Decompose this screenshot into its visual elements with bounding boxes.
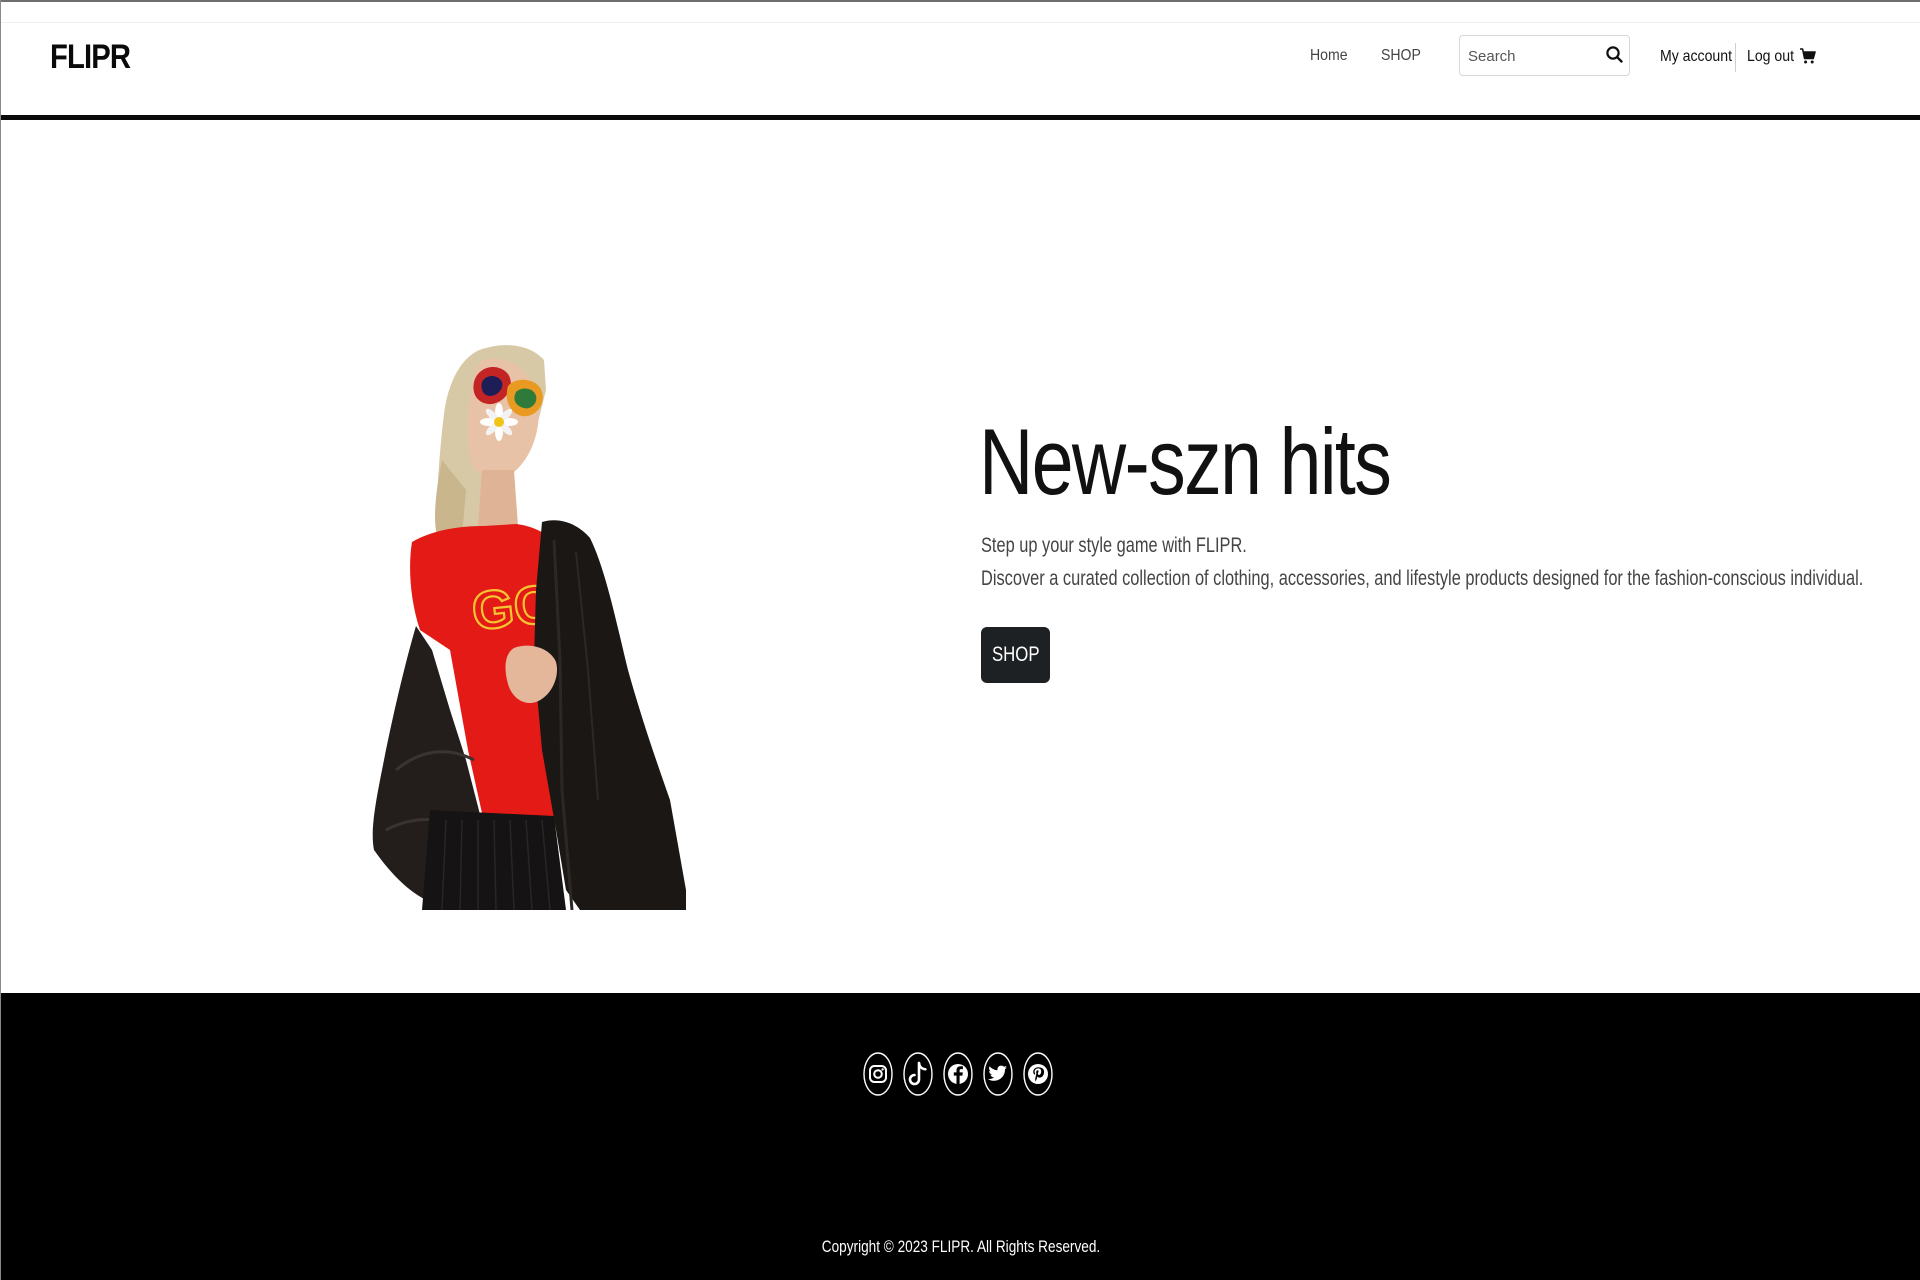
cart-icon[interactable] — [1799, 47, 1817, 65]
header-divider — [1735, 43, 1736, 72]
header-top-line — [1, 22, 1920, 23]
instagram-icon[interactable] — [862, 1052, 894, 1096]
hero-shop-button-label: SHOP — [991, 643, 1040, 666]
social-links — [862, 1052, 1054, 1096]
tiktok-icon[interactable] — [902, 1052, 934, 1096]
site-header: FLIPR Home SHOP My account Log out — [1, 0, 1920, 115]
hero-title: New-szn hits — [979, 409, 1392, 514]
hero-model-image: GCC — [372, 345, 686, 910]
copyright-text: Copyright © 2023 FLIPR. All Rights Reser… — [1, 1237, 1920, 1257]
nav-shop-link[interactable]: SHOP — [1381, 47, 1421, 65]
pinterest-icon[interactable] — [1022, 1052, 1054, 1096]
my-account-link[interactable]: My account — [1660, 48, 1732, 66]
nav-home-link[interactable]: Home — [1310, 47, 1348, 65]
hero-shop-button[interactable]: SHOP — [981, 627, 1050, 683]
log-out-link[interactable]: Log out — [1747, 48, 1794, 66]
search-icon[interactable] — [1605, 45, 1625, 65]
search-box — [1459, 35, 1630, 76]
hero-description: Discover a curated collection of clothin… — [981, 567, 1864, 590]
header-bottom-border — [1, 115, 1920, 120]
search-input[interactable] — [1468, 44, 1596, 68]
twitter-icon[interactable] — [982, 1052, 1014, 1096]
hero-tagline: Step up your style game with FLIPR. — [981, 534, 1247, 557]
window-top-border — [1, 0, 1920, 2]
copyright-label: Copyright © 2023 FLIPR. All Rights Reser… — [821, 1237, 1101, 1256]
site-logo[interactable]: FLIPR — [50, 38, 131, 77]
page: FLIPR Home SHOP My account Log out — [0, 0, 1920, 1280]
facebook-icon[interactable] — [942, 1052, 974, 1096]
